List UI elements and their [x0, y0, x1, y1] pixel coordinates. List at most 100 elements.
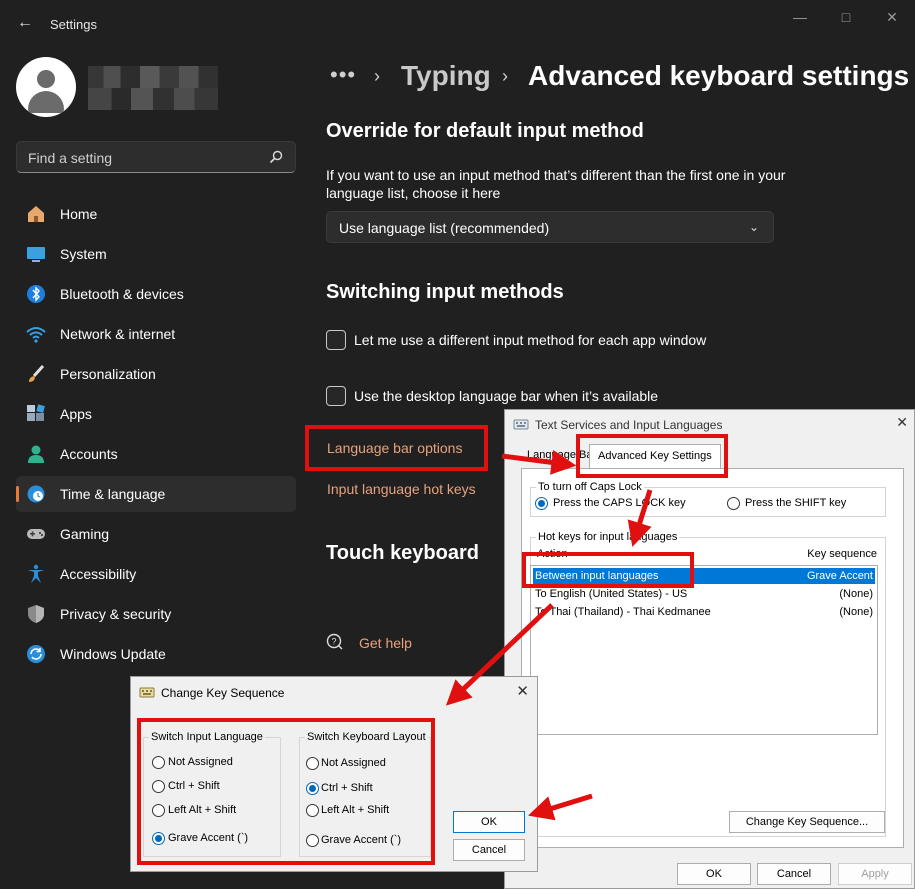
- section-heading-switching: Switching input methods: [326, 281, 564, 303]
- person-icon: [28, 445, 44, 463]
- sidebar-item-gaming[interactable]: Gaming: [16, 516, 296, 552]
- page-title: Advanced keyboard settings: [528, 60, 910, 91]
- update-icon: [27, 645, 45, 663]
- sidebar-item-label: Privacy & security: [60, 606, 172, 622]
- close-icon[interactable]: ✕: [896, 414, 908, 431]
- monitor-icon: [27, 247, 45, 262]
- table-row[interactable]: To English (United States) - US (None): [533, 586, 875, 602]
- per-app-input-label: Let me use a different input method for …: [354, 332, 707, 348]
- caps-lock-group: To turn off Caps Lock Press the CAPS LOC…: [530, 481, 886, 517]
- hotkeys-list[interactable]: Between input languages Grave Accent To …: [530, 565, 878, 735]
- row-key: (None): [839, 588, 873, 600]
- row-key: (None): [839, 606, 873, 618]
- highlight-box: [137, 718, 435, 865]
- sidebar-item-label: Windows Update: [60, 646, 166, 662]
- row-action: To Thai (Thailand) - Thai Kedmanee: [535, 606, 711, 618]
- paintbrush-icon: [29, 364, 45, 382]
- shift-label: Press the SHIFT key: [745, 497, 847, 509]
- section-heading-touch-keyboard: Touch keyboard: [326, 542, 479, 564]
- sidebar-item-label: Network & internet: [60, 326, 176, 342]
- sidebar-item-label: System: [60, 246, 107, 262]
- close-icon[interactable]: ✕: [516, 682, 529, 700]
- home-icon: [28, 206, 44, 222]
- sidebar-item-label: Personalization: [60, 366, 156, 382]
- column-header-key-sequence: Key sequence: [807, 548, 877, 560]
- bluetooth-icon: [27, 285, 45, 303]
- keyboard-icon: [513, 419, 529, 430]
- search-input[interactable]: Find a setting: [16, 141, 296, 173]
- sidebar-item-accounts[interactable]: Accounts: [16, 436, 296, 472]
- ok-button[interactable]: OK: [677, 863, 751, 885]
- sidebar-item-personalization[interactable]: Personalization: [16, 356, 296, 392]
- table-row[interactable]: To Thai (Thailand) - Thai Kedmanee (None…: [533, 604, 875, 620]
- sidebar-item-label: Gaming: [60, 526, 110, 542]
- apps-icon: [27, 404, 45, 421]
- apply-button[interactable]: Apply: [838, 863, 912, 885]
- ok-button[interactable]: OK: [453, 811, 525, 833]
- shift-radio[interactable]: [727, 497, 740, 510]
- group-title: Hot keys for input languages: [536, 531, 680, 543]
- highlight-box: [576, 434, 728, 478]
- chevron-down-icon: ⌄: [748, 220, 759, 234]
- change-key-sequence-button[interactable]: Change Key Sequence...: [729, 811, 885, 833]
- search-icon[interactable]: [269, 150, 283, 164]
- dialog-title: Text Services and Input Languages: [535, 418, 723, 432]
- sidebar-item-label: Accounts: [60, 446, 118, 462]
- sidebar-item-accessibility[interactable]: Accessibility: [16, 556, 296, 592]
- close-icon[interactable]: ✕: [877, 6, 907, 28]
- sidebar-item-system[interactable]: System: [16, 236, 296, 272]
- caps-lock-label: Press the CAPS LOCK key: [553, 497, 686, 509]
- override-description: If you want to use an input method that’…: [326, 167, 786, 201]
- sidebar-item-label: Accessibility: [60, 566, 137, 582]
- maximize-icon[interactable]: □: [831, 6, 861, 28]
- chevron-right-icon: ›: [374, 66, 380, 86]
- sidebar-item-privacy[interactable]: Privacy & security: [16, 596, 296, 632]
- caps-lock-radio[interactable]: [535, 497, 548, 510]
- language-bar-options-link[interactable]: Language bar options: [327, 440, 462, 456]
- sidebar-item-network[interactable]: Network & internet: [16, 316, 296, 352]
- user-name-pixelated: [88, 66, 218, 110]
- row-key: Grave Accent: [806, 570, 873, 582]
- search-placeholder: Find a setting: [28, 150, 113, 166]
- section-heading-override: Override for default input method: [326, 120, 644, 142]
- breadcrumb-parent[interactable]: Typing: [401, 60, 491, 92]
- sidebar-item-bluetooth[interactable]: Bluetooth & devices: [16, 276, 296, 312]
- cancel-button[interactable]: Cancel: [453, 839, 525, 861]
- language-bar-checkbox[interactable]: [326, 386, 346, 406]
- window-title: Settings: [50, 17, 97, 32]
- dropdown-value: Use language list (recommended): [339, 220, 550, 236]
- gamepad-icon: [27, 529, 45, 539]
- globe-clock-icon: [27, 485, 45, 503]
- row-action: To English (United States) - US: [535, 588, 688, 600]
- input-language-hotkeys-link[interactable]: Input language hot keys: [327, 481, 476, 497]
- active-indicator: [16, 486, 19, 502]
- accessibility-icon: [28, 564, 44, 583]
- advanced-key-settings-panel: To turn off Caps Lock Press the CAPS LOC…: [521, 468, 904, 848]
- chevron-right-icon: ›: [502, 66, 508, 86]
- help-icon: ?: [326, 633, 343, 650]
- dialog-title: Change Key Sequence: [161, 686, 285, 700]
- sidebar-item-label: Bluetooth & devices: [60, 286, 184, 302]
- sidebar-item-windows-update[interactable]: Windows Update: [16, 636, 296, 672]
- sidebar-item-time-language[interactable]: Time & language: [16, 476, 296, 512]
- svg-text:?: ?: [332, 637, 337, 647]
- text-services-dialog: Text Services and Input Languages ✕ Lang…: [504, 409, 915, 889]
- sidebar-item-label: Time & language: [60, 486, 166, 502]
- input-method-dropdown[interactable]: Use language list (recommended) ⌄: [326, 211, 774, 243]
- avatar[interactable]: [16, 57, 76, 117]
- sidebar-item-apps[interactable]: Apps: [16, 396, 296, 432]
- language-bar-label: Use the desktop language bar when it’s a…: [354, 388, 659, 404]
- sidebar-item-label: Home: [60, 206, 98, 222]
- sidebar-item-home[interactable]: Home: [16, 196, 296, 232]
- keyboard-icon: [139, 687, 155, 698]
- breadcrumb-overflow[interactable]: •••: [330, 62, 356, 88]
- get-help-link[interactable]: Get help: [359, 635, 412, 651]
- wifi-icon: [26, 327, 46, 343]
- sidebar-item-label: Apps: [60, 406, 92, 422]
- per-app-input-checkbox[interactable]: [326, 330, 346, 350]
- group-title: To turn off Caps Lock: [536, 481, 644, 493]
- shield-icon: [28, 605, 44, 623]
- minimize-icon[interactable]: —: [785, 6, 815, 28]
- back-arrow-icon[interactable]: ←: [14, 12, 36, 34]
- cancel-button[interactable]: Cancel: [757, 863, 831, 885]
